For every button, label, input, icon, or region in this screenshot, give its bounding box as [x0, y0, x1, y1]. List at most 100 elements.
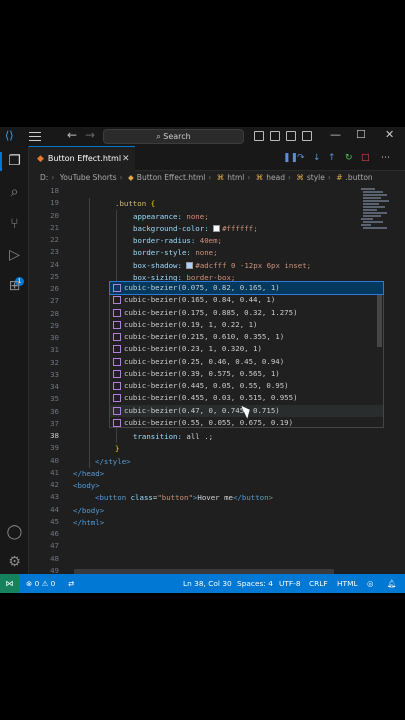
suggestion-label: cubic-bezier(0.075, 0.82, 0.165, 1) [124, 283, 280, 292]
suggestion-item[interactable]: cubic-bezier(0.25, 0.46, 0.45, 0.94) [110, 356, 383, 368]
breadcrumb-drive[interactable]: D: [40, 173, 48, 182]
more-actions-icon[interactable]: ⋯ [381, 152, 390, 164]
forward-arrow-icon[interactable]: → [85, 128, 95, 142]
tab-button-effect-html[interactable]: ◆ Button Effect.html ✕ [29, 146, 135, 171]
code-line-39: } [115, 444, 120, 454]
search-label: Search [163, 132, 191, 141]
value-cube-icon [113, 296, 121, 305]
close-window-button[interactable]: ✕ [385, 128, 394, 141]
code-line-42: <body> [73, 481, 100, 490]
value-cube-icon [113, 418, 121, 427]
suggestion-label: cubic-bezier(0.23, 1, 0.320, 1) [124, 344, 262, 354]
suggestion-item[interactable]: cubic-bezier(0.19, 1, 0.22, 1) [110, 319, 383, 331]
notifications-bell-icon[interactable]: 🔔︎ [387, 574, 396, 593]
restart-icon[interactable]: ↻ [345, 152, 353, 164]
suggestion-item[interactable]: cubic-bezier(0.075, 0.82, 0.165, 1) [109, 280, 384, 296]
breadcrumb-head[interactable]: head [266, 173, 285, 182]
suggestion-item[interactable]: cubic-bezier(0.175, 0.885, 0.32, 1.275) [110, 307, 383, 319]
value-cube-icon [113, 284, 121, 292]
line-number: 30 [50, 333, 59, 342]
line-number: 42 [50, 480, 59, 489]
encoding-setting[interactable]: UTF-8 [279, 574, 301, 593]
element-icon: ⌘ [296, 173, 304, 182]
broadcast-icon[interactable]: ◎ [367, 574, 373, 593]
minimize-button[interactable]: — [330, 128, 341, 141]
step-out-icon[interactable]: ↑ [328, 152, 336, 164]
code-editor[interactable]: 18 19 20 21 22 23 24 25 26 27 28 29 30 31 32 33 34 35 36 37… [29, 186, 405, 575]
language-mode[interactable]: HTML [337, 574, 358, 593]
toggle-panel-icon[interactable] [270, 131, 280, 141]
value-cube-icon [113, 369, 121, 378]
line-number: 39 [50, 443, 59, 453]
color-swatch[interactable] [186, 261, 194, 269]
suggestion-item[interactable]: cubic-bezier(0.165, 0.84, 0.44, 1) [110, 294, 383, 306]
tab-label: Button Effect.html [47, 154, 122, 163]
minimap[interactable] [359, 186, 399, 246]
close-tab-icon[interactable]: ✕ [122, 147, 130, 171]
run-debug-icon[interactable]: ▷ [6, 247, 23, 264]
live-share-icon[interactable]: ⇄ [68, 574, 74, 593]
suggestion-item[interactable]: cubic-bezier(0.39, 0.575, 0.565, 1) [110, 368, 383, 380]
customize-layout-icon[interactable] [302, 131, 312, 141]
step-into-icon[interactable]: ↓ [313, 152, 321, 164]
breadcrumb-html[interactable]: html [227, 173, 244, 182]
element-icon: ⌘ [216, 173, 225, 182]
hamburger-menu-icon[interactable] [28, 129, 42, 143]
toggle-primary-sidebar-icon[interactable] [254, 131, 264, 141]
value-cube-icon [113, 320, 121, 329]
suggestion-item[interactable]: cubic-bezier(0.445, 0.05, 0.55, 0.95) [110, 380, 383, 392]
breadcrumb-file[interactable]: Button Effect.html [137, 173, 206, 182]
code-line-41: </head> [73, 468, 105, 478]
step-over-icon[interactable]: ↷ [297, 152, 305, 164]
code-line-21: background-color: #ffffff; [133, 223, 258, 233]
error-icon: ⊗ [26, 579, 33, 588]
line-number: 48 [50, 553, 59, 563]
line-number: 41 [50, 467, 59, 477]
indentation-setting[interactable]: Spaces: 4 [237, 574, 273, 593]
suggestion-label: cubic-bezier(0.175, 0.885, 0.32, 1.275) [124, 307, 298, 317]
breadcrumb: D: › YouTube Shorts › ◆ Button Effect.html ›… [40, 171, 376, 185]
breadcrumb-style[interactable]: style [307, 173, 325, 182]
breadcrumb-selector[interactable]: .button [346, 173, 373, 182]
line-number: 46 [50, 529, 59, 538]
breadcrumb-folder[interactable]: YouTube Shorts [60, 173, 117, 182]
stop-icon[interactable]: □ [361, 152, 370, 164]
value-cube-icon [113, 357, 121, 366]
settings-gear-icon[interactable]: ⚙ [6, 554, 23, 571]
back-arrow-icon[interactable]: ← [67, 128, 77, 142]
code-line-38: transition: all .; [133, 432, 214, 441]
line-number: 37 [50, 418, 59, 428]
suggestion-item[interactable]: cubic-bezier(0.23, 1, 0.320, 1) [110, 343, 383, 355]
search-view-icon[interactable]: ⌕ [6, 184, 23, 201]
chevron-right-icon: › [51, 173, 55, 182]
line-number: 24 [50, 259, 59, 269]
suggestion-label: cubic-bezier(0.165, 0.84, 0.44, 1) [124, 295, 276, 305]
color-swatch[interactable] [213, 224, 221, 232]
problems-indicator[interactable]: ⊗ 0 ⚠ 0 [26, 574, 55, 593]
toggle-secondary-sidebar-icon[interactable] [286, 131, 296, 141]
chevron-right-icon: › [247, 173, 251, 182]
remote-indicator-icon[interactable]: ⋈ [0, 574, 19, 593]
extensions-icon[interactable]: ⊞ [6, 278, 23, 295]
suggestion-item[interactable]: cubic-bezier(0.215, 0.610, 0.355, 1) [110, 331, 383, 343]
line-number: 21 [50, 222, 59, 232]
maximize-button[interactable]: ☐ [356, 128, 366, 141]
line-number: 33 [50, 369, 59, 379]
line-number: 26 [50, 284, 59, 293]
code-line-45: </html> [73, 517, 105, 527]
source-control-icon[interactable]: ⑂ [6, 216, 23, 233]
vertical-scrollbar[interactable] [397, 186, 405, 574]
html-file-icon: ◆ [37, 154, 44, 164]
suggestion-label: cubic-bezier(0.55, 0.055, 0.675, 0.19) [124, 417, 294, 427]
vscode-logo-icon: ⟨⟩ [5, 129, 14, 142]
account-icon[interactable]: ◯ [6, 524, 23, 541]
suggestion-label: cubic-bezier(0.25, 0.46, 0.45, 0.94) [124, 356, 285, 366]
eol-setting[interactable]: CRLF [309, 574, 328, 593]
command-center-search[interactable]: ⌕ Search [103, 129, 244, 144]
explorer-icon[interactable]: ❐ [6, 153, 23, 170]
line-number: 38 [50, 431, 59, 440]
pause-icon[interactable]: ❚❚ [283, 152, 298, 164]
cursor-position[interactable]: Ln 38, Col 30 [183, 574, 232, 593]
line-number: 20 [50, 210, 59, 220]
indent-guide [89, 198, 90, 468]
